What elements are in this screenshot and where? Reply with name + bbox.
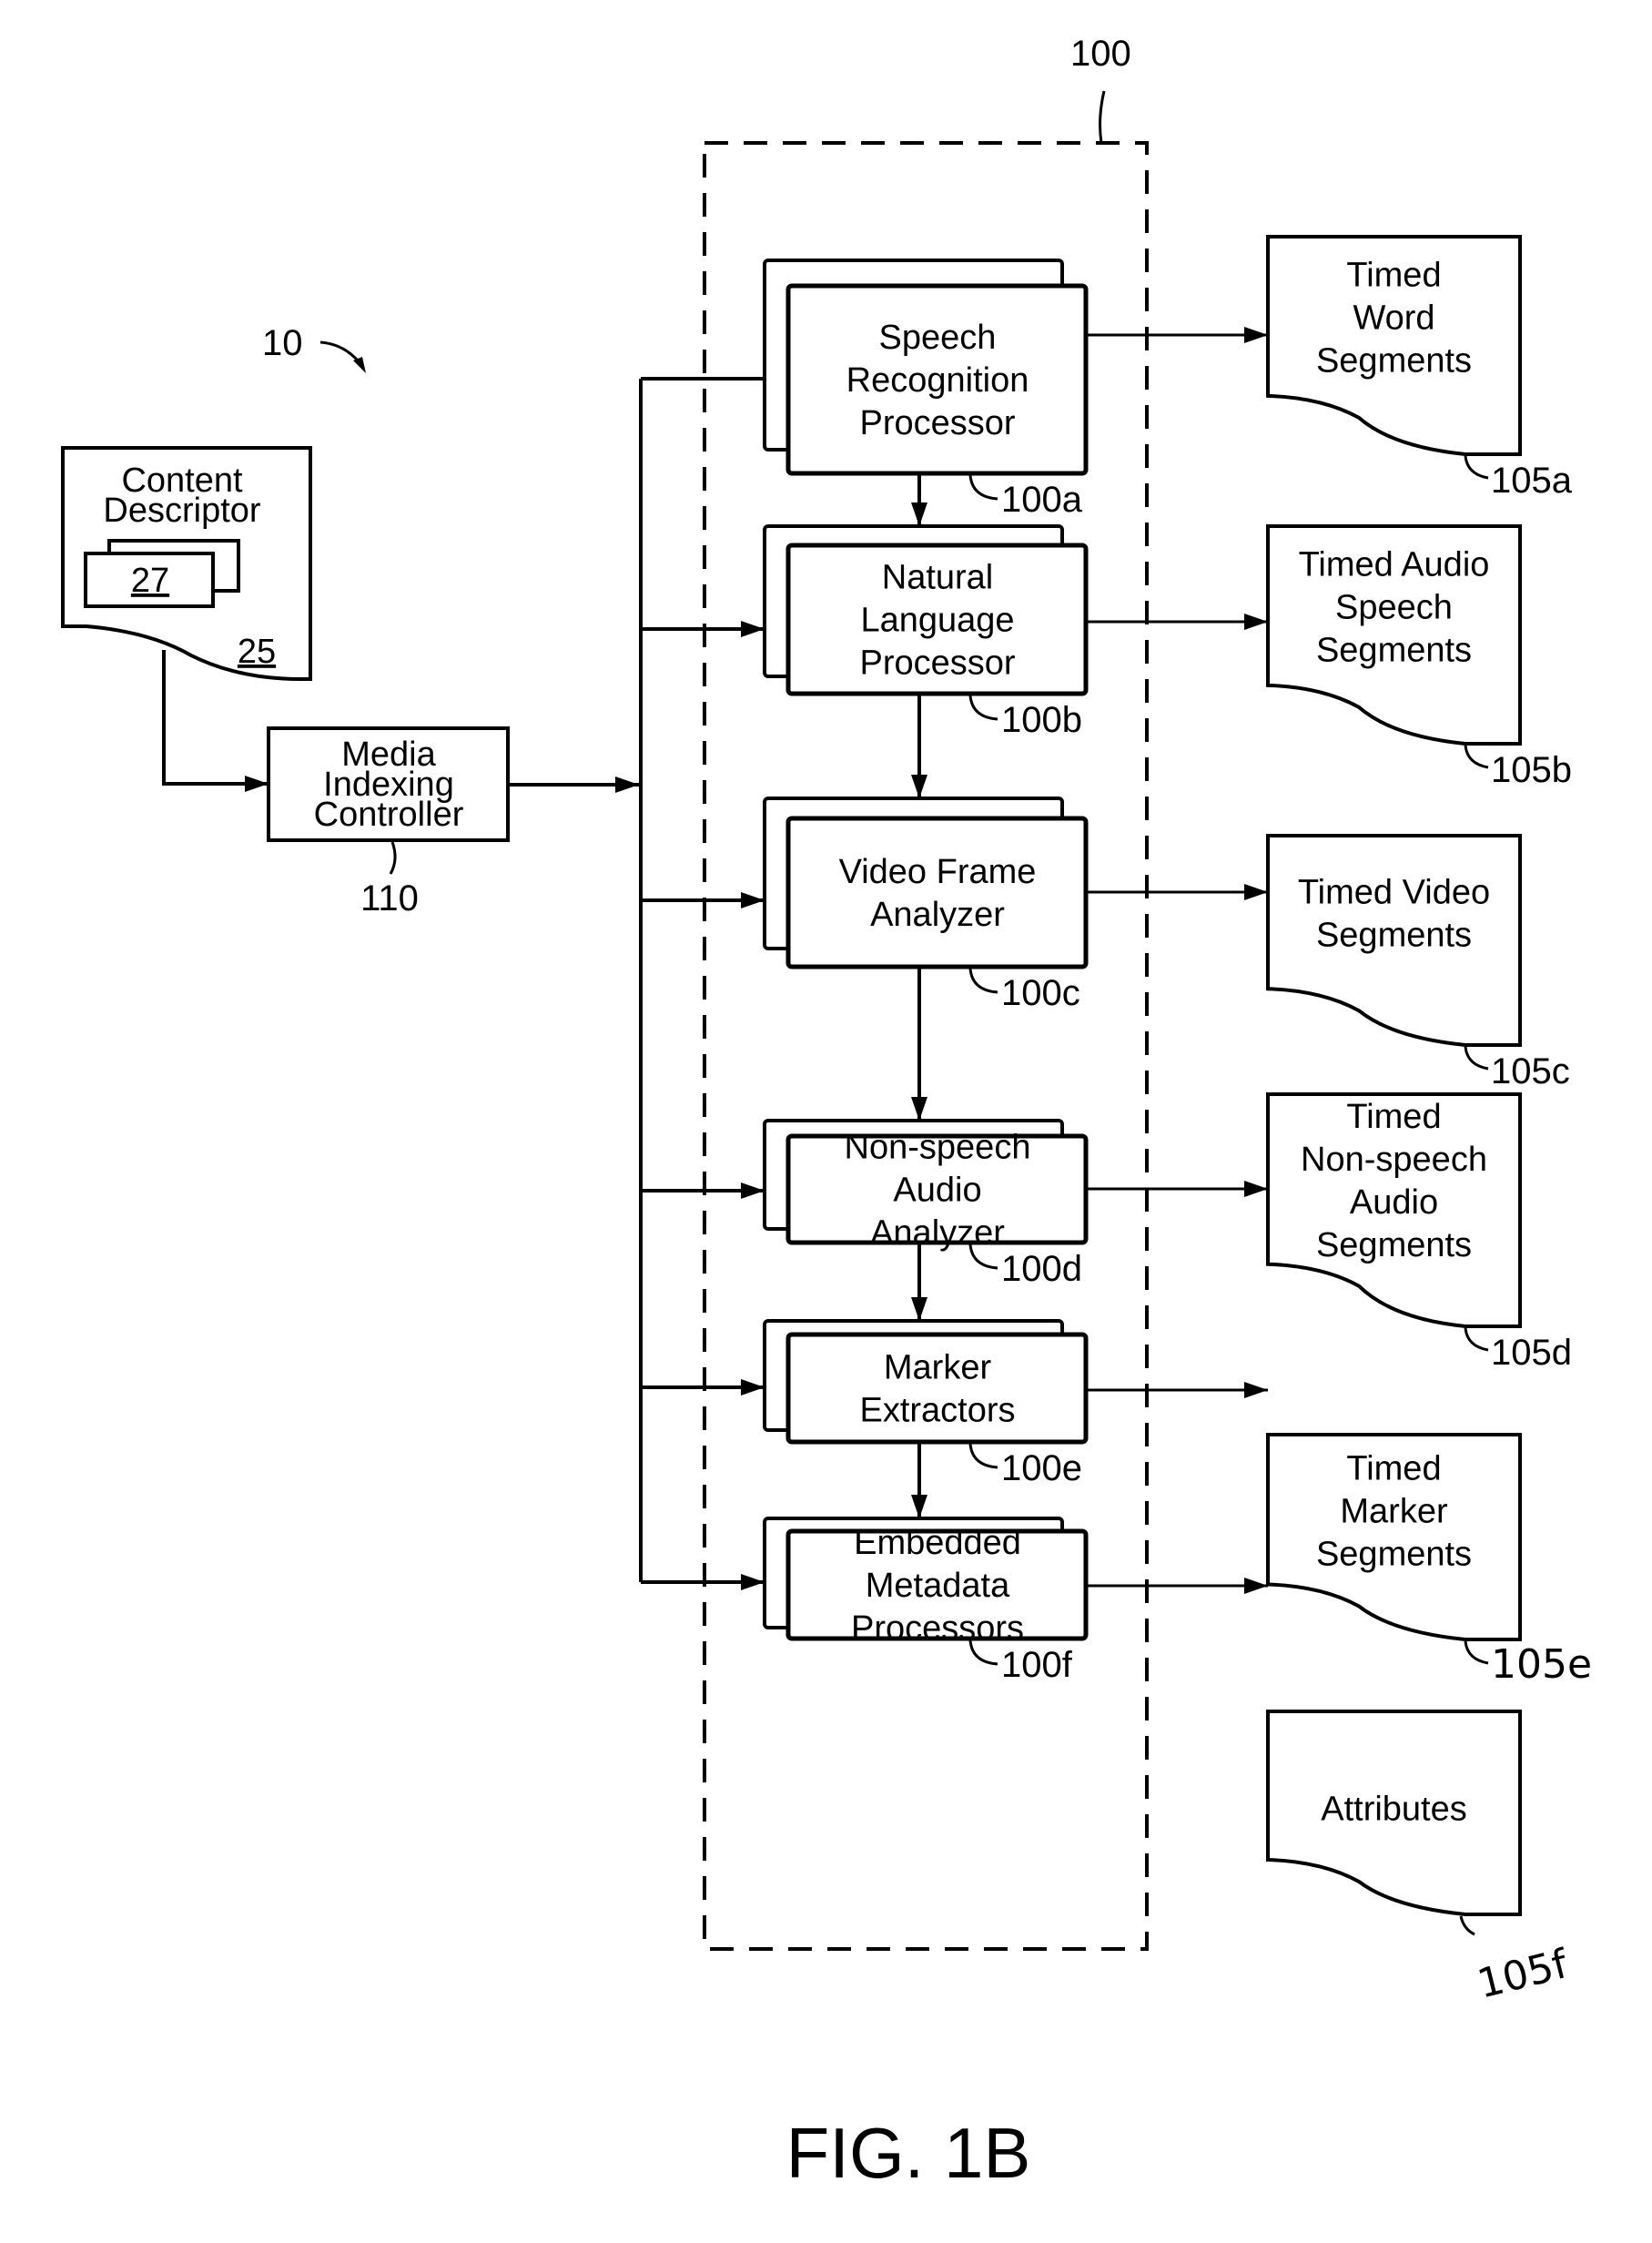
content-descriptor-document: Content Descriptor 27 25 — [61, 446, 312, 681]
diagram-canvas: 10 100 Content Descriptor 27 25 Media In… — [61, 34, 1592, 2193]
content-descriptor-title-line-2: Descriptor — [103, 492, 260, 530]
processor-label-line: Speech — [879, 319, 997, 357]
output-label-line: Audio — [1350, 1183, 1438, 1222]
processor-label-line: Processors — [851, 1609, 1024, 1648]
output-label-line: Speech — [1335, 588, 1453, 626]
output-label-line: Segments — [1316, 1226, 1472, 1264]
processor-label-line: Analyzer — [870, 1214, 1005, 1253]
processor-label-line: Analyzer — [870, 896, 1005, 934]
processor-label-line: Non-speech — [845, 1129, 1031, 1167]
controller-reference-leader — [389, 841, 397, 875]
output-reference-leader — [1464, 1046, 1489, 1071]
output-reference-label: 105b — [1491, 750, 1572, 790]
output-label-line: Segments — [1316, 917, 1472, 955]
processor-reference-label: 100d — [1001, 1249, 1082, 1289]
processor-reference-leader — [968, 968, 998, 994]
output-reference-leader — [1464, 1640, 1489, 1665]
output-label-line: Timed — [1346, 256, 1441, 294]
processor-label-line: Audio — [893, 1172, 981, 1210]
processor-label-line: Video Frame — [839, 853, 1037, 891]
output-document-105f: Attributes 105f — [1266, 1710, 1574, 2008]
output-label-line: Segments — [1316, 631, 1472, 669]
processor-100a: Speech Recognition Processor 100a — [641, 259, 1268, 526]
output-label-line: Attributes — [1321, 1791, 1467, 1829]
output-label-line: Word — [1353, 299, 1434, 337]
processor-label-line: Natural — [882, 559, 994, 597]
processor-label-line: Recognition — [846, 361, 1029, 400]
content-item-reference: 27 — [131, 562, 169, 600]
output-reference-leader — [1464, 1327, 1489, 1352]
processor-reference-label: 100b — [1001, 700, 1082, 740]
processor-reference-leader — [968, 695, 998, 721]
group-reference-leader — [1099, 90, 1106, 144]
processor-reference-label: 100f — [1001, 1645, 1073, 1685]
processor-100b: Natural Language Processor 100b — [641, 524, 1268, 798]
figure-label: FIG. 1B — [786, 2113, 1031, 2193]
processor-label-line: Marker — [884, 1349, 992, 1387]
system-reference-label: 10 — [262, 323, 303, 363]
output-reference-leader — [1459, 1915, 1475, 1936]
controller-line-3: Controller — [314, 796, 464, 834]
output-document-105c: Timed Video Segments 105c — [1266, 834, 1570, 1091]
output-reference-label: 105c — [1491, 1051, 1570, 1091]
processor-label-line: Processor — [859, 644, 1015, 683]
output-document-105d: Timed Non-speech Audio Segments 105d — [1266, 1092, 1572, 1373]
output-reference-leader — [1464, 455, 1489, 480]
output-reference-label: 105d — [1491, 1333, 1572, 1373]
output-label-line: Marker — [1340, 1492, 1448, 1530]
processor-label-line: Metadata — [866, 1567, 1010, 1605]
output-reference-leader — [1464, 745, 1489, 769]
processor-reference-leader — [968, 474, 998, 501]
output-reference-label: 105f — [1473, 1941, 1573, 2008]
processor-100d: Non-speech Audio Analyzer100d — [641, 1119, 1268, 1321]
processor-label-line: Language — [860, 602, 1014, 640]
content-descriptor-reference: 25 — [238, 633, 276, 671]
processor-label-line: Processor — [859, 404, 1015, 442]
processor-label-line: Extractors — [859, 1392, 1015, 1430]
output-label-line: Timed Audio — [1299, 545, 1490, 584]
output-label-line: Segments — [1316, 1535, 1472, 1573]
output-label-line: Timed — [1346, 1449, 1441, 1487]
processor-label-line: Embedded — [854, 1524, 1021, 1562]
output-reference-label: 105a — [1491, 461, 1573, 501]
processor-reference-label: 100c — [1001, 973, 1080, 1013]
output-label-line: Timed — [1346, 1098, 1441, 1136]
processor-reference-label: 100e — [1001, 1448, 1082, 1488]
output-document-105b: Timed Audio Speech Segments 105b — [1266, 524, 1572, 790]
group-reference-label: 100 — [1070, 34, 1131, 74]
media-indexing-controller: Media Indexing Controller — [267, 726, 510, 842]
output-label-line: Timed Video — [1298, 874, 1490, 912]
processor-100c: Video Frame Analyzer 100c — [641, 797, 1268, 1121]
output-label-line: Non-speech — [1301, 1141, 1487, 1179]
output-label-line: Segments — [1316, 341, 1472, 380]
processor-100f: Embedded Metadata Processors100f — [641, 1517, 1268, 1685]
processor-100e: Marker Extractors 100e — [641, 1319, 1268, 1518]
processor-stack-front — [785, 816, 1089, 969]
processor-reference-leader — [968, 1443, 998, 1469]
processor-reference-label: 100a — [1001, 480, 1083, 520]
output-reference-label: 105e — [1491, 1641, 1592, 1688]
output-document-105a: Timed Word Segments 105a — [1266, 235, 1573, 501]
output-document-105e: Timed Marker Segments 105e — [1266, 1433, 1592, 1688]
controller-reference-label: 110 — [360, 878, 419, 919]
